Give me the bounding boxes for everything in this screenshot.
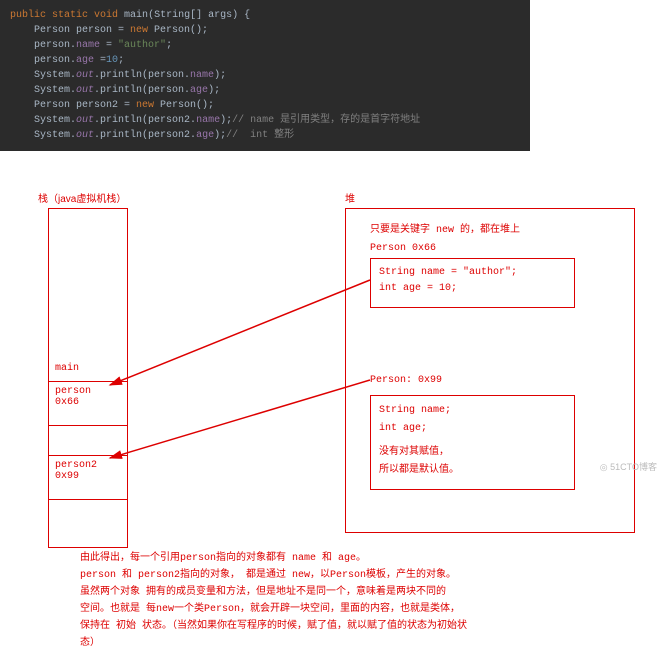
stack-cell-empty — [49, 425, 127, 455]
text-line: 空间。也就是 每new一个类Person，就会开辟一块空间，里面的内容，也就是类… — [80, 601, 600, 618]
code-line: System.out.println(person2.age);// int 整… — [10, 128, 520, 143]
obj2-note: 所以都是默认值。 — [379, 462, 566, 480]
stack-var: person — [55, 386, 121, 397]
stack-cell-person: person 0x66 — [49, 381, 127, 425]
code-line: Person person2 = new Person(); — [10, 98, 520, 113]
obj1-line: int age = 10; — [379, 281, 566, 297]
text-line: 虽然两个对象 拥有的成员变量和方法，但是地址不是同一个，意味着是两块不同的 — [80, 584, 600, 601]
stack-box: main person 0x66 person2 0x99 — [48, 208, 128, 548]
code-line: person.age =10; — [10, 53, 520, 68]
stack-var: person2 — [55, 460, 121, 471]
code-line: System.out.println(person.age); — [10, 83, 520, 98]
obj2-line: int age; — [379, 420, 566, 438]
code-line: System.out.println(person.name); — [10, 68, 520, 83]
obj2-note: 没有对其赋值， — [379, 444, 566, 462]
code-line: person.name = "author"; — [10, 38, 520, 53]
explanation-text: 由此得出，每一个引用person指向的对象都有 name 和 age。 pers… — [80, 550, 600, 652]
heap-obj2-label: Person: 0x99 — [370, 375, 442, 386]
heap-obj1-label: Person 0x66 — [370, 243, 436, 254]
heap-obj2-box: String name; int age; 没有对其赋值， 所以都是默认值。 — [370, 395, 575, 490]
stack-cell-empty — [49, 499, 127, 549]
stack-addr: 0x66 — [55, 397, 121, 408]
heap-note: 只要是关键字 new 的，都在堆上 — [370, 220, 520, 236]
stack-cell-person2: person2 0x99 — [49, 455, 127, 499]
code-line: System.out.println(person2.name);// name… — [10, 113, 520, 128]
text-line: 保持在 初始 状态。（当然如果你在写程序的时候，赋了值，就以赋了值的状态为初始状 — [80, 618, 600, 635]
watermark: ◎ 51CTO博客 — [600, 460, 657, 473]
memory-diagram: 栈（java虚拟机栈） 堆 main person 0x66 person2 0… — [0, 190, 667, 640]
code-line: Person person = new Person(); — [10, 23, 520, 38]
code-block: public static void main(String[] args) {… — [0, 0, 530, 151]
obj2-line: String name; — [379, 402, 566, 420]
heap-title: 堆 — [345, 190, 355, 205]
code-line: public static void main(String[] args) { — [10, 8, 520, 23]
text-line: person 和 person2指向的对象， 都是通过 new，以Person模… — [80, 567, 600, 584]
stack-main-label: main — [49, 359, 127, 378]
text-line: 由此得出，每一个引用person指向的对象都有 name 和 age。 — [80, 550, 600, 567]
heap-obj1-box: String name = "author"; int age = 10; — [370, 258, 575, 308]
obj1-line: String name = "author"; — [379, 265, 566, 281]
stack-title: 栈（java虚拟机栈） — [38, 190, 126, 205]
stack-addr: 0x99 — [55, 471, 121, 482]
